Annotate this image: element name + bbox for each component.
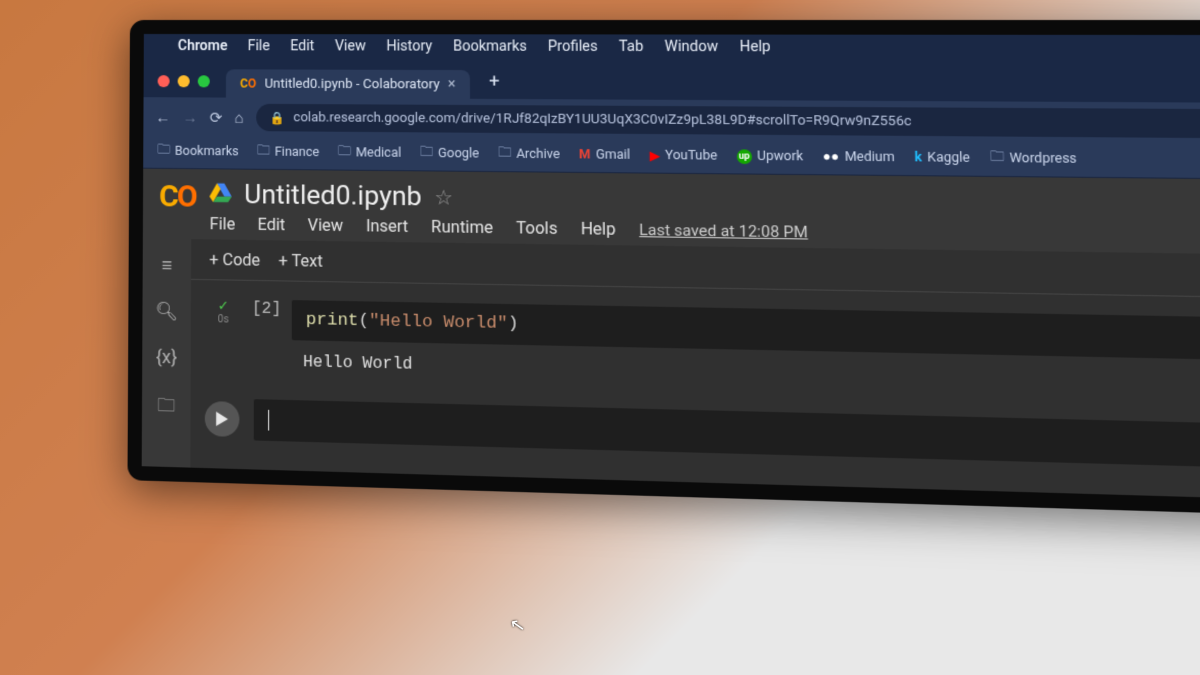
bookmark-wordpress[interactable]: 🗀Wordpress: [990, 147, 1077, 170]
check-icon: ✓: [205, 298, 242, 314]
minimize-window-button[interactable]: [178, 75, 190, 87]
mac-menu-bookmarks[interactable]: Bookmarks: [453, 38, 527, 55]
code-editor-empty[interactable]: [254, 399, 1200, 469]
close-window-button[interactable]: [158, 75, 170, 87]
folder-icon: 🗀: [157, 141, 170, 162]
mac-menu-profiles[interactable]: Profiles: [548, 38, 598, 55]
code-fn: print: [306, 311, 359, 332]
folder-icon: 🗀: [338, 142, 351, 164]
mac-menu-history[interactable]: History: [386, 38, 432, 54]
bookmark-kaggle[interactable]: kKaggle: [914, 150, 970, 166]
address-bar[interactable]: 🔒 colab.research.google.com/drive/1RJf82…: [256, 104, 1200, 138]
window-controls: [154, 71, 216, 97]
colab-menu-insert[interactable]: Insert: [366, 216, 408, 236]
add-text-button[interactable]: + Text: [279, 251, 323, 271]
bookmark-upwork[interactable]: upUpwork: [737, 148, 804, 164]
mac-menu-help[interactable]: Help: [739, 39, 770, 56]
add-code-button[interactable]: + Code: [209, 250, 260, 270]
google-drive-icon: [210, 181, 232, 208]
mac-menu-tab[interactable]: Tab: [619, 39, 644, 56]
kaggle-icon: k: [914, 150, 922, 166]
exec-time: 0s: [205, 314, 242, 326]
medium-icon: ●●: [823, 149, 840, 165]
cell-status: ✓ 0s: [205, 298, 242, 325]
notebook-title[interactable]: Untitled0.ipynb: [244, 180, 422, 213]
bookmark-archive[interactable]: 🗀Archive: [498, 143, 560, 165]
browser-tab[interactable]: CO Untitled0.ipynb - Colaboratory ×: [226, 69, 470, 98]
save-status: Last saved at 12:08 PM: [639, 220, 808, 241]
colab-menu-help[interactable]: Help: [581, 219, 616, 239]
tab-title: Untitled0.ipynb - Colaboratory: [265, 76, 440, 92]
bookmark-bookmarks[interactable]: 🗀Bookmarks: [157, 141, 238, 163]
colab-favicon-icon: CO: [240, 76, 256, 90]
mouse-cursor-icon: ↖: [508, 614, 527, 637]
folder-icon: 🗀: [257, 141, 270, 162]
code-string: "Hello World": [369, 312, 508, 334]
maximize-window-button[interactable]: [198, 75, 210, 87]
reload-button[interactable]: ⟳: [210, 108, 223, 126]
bookmark-finance[interactable]: 🗀Finance: [257, 141, 319, 163]
star-icon[interactable]: ☆: [434, 185, 453, 210]
files-icon[interactable]: 🗀: [157, 393, 175, 424]
execution-count: [2]: [252, 299, 281, 318]
home-button[interactable]: ⌂: [235, 108, 244, 126]
mac-menu-view[interactable]: View: [335, 38, 366, 54]
variables-icon[interactable]: {x}: [156, 347, 177, 369]
colab-menu-runtime[interactable]: Runtime: [431, 217, 493, 237]
active-app-name[interactable]: Chrome: [178, 38, 228, 54]
folder-icon: 🗀: [498, 143, 511, 165]
colab-menu-view[interactable]: View: [308, 215, 344, 235]
new-tab-button[interactable]: +: [481, 65, 509, 99]
browser-tab-strip: CO Untitled0.ipynb - Colaboratory × +: [144, 58, 1200, 103]
mac-menu-edit[interactable]: Edit: [290, 38, 314, 54]
colab-logo-icon[interactable]: CO: [159, 179, 196, 215]
lock-icon: 🔒: [270, 110, 285, 124]
colab-menu-tools[interactable]: Tools: [516, 218, 557, 238]
toc-icon[interactable]: ≡: [161, 255, 172, 277]
colab-menubar: File Edit View Insert Runtime Tools Help…: [210, 214, 808, 242]
bookmark-google[interactable]: 🗀Google: [420, 143, 479, 165]
bookmark-medium[interactable]: ●●Medium: [823, 149, 895, 165]
folder-icon: 🗀: [420, 143, 433, 165]
colab-menu-edit[interactable]: Edit: [258, 215, 286, 235]
url-text: colab.research.google.com/drive/1RJf82qI…: [293, 110, 911, 129]
folder-icon: 🗀: [990, 147, 1004, 169]
search-icon[interactable]: 🔍︎: [155, 301, 178, 323]
text-cursor: [268, 410, 269, 431]
gmail-icon: M: [579, 147, 591, 163]
mac-menubar: Chrome File Edit View History Bookmarks …: [144, 34, 1200, 61]
left-sidebar: ≡ 🔍︎ {x} 🗀: [142, 238, 191, 467]
mac-menu-file[interactable]: File: [248, 38, 270, 54]
close-tab-icon[interactable]: ×: [448, 76, 456, 92]
bookmark-youtube[interactable]: ▶YouTube: [649, 147, 717, 164]
back-button[interactable]: ←: [155, 108, 170, 126]
upwork-icon: up: [737, 149, 752, 164]
bookmark-gmail[interactable]: MGmail: [579, 147, 630, 163]
forward-button[interactable]: →: [182, 108, 197, 126]
mac-menu-window[interactable]: Window: [665, 39, 719, 56]
youtube-icon: ▶: [649, 147, 659, 164]
colab-menu-file[interactable]: File: [210, 214, 235, 234]
run-cell-button[interactable]: [205, 401, 240, 437]
bookmark-medical[interactable]: 🗀Medical: [338, 142, 401, 164]
